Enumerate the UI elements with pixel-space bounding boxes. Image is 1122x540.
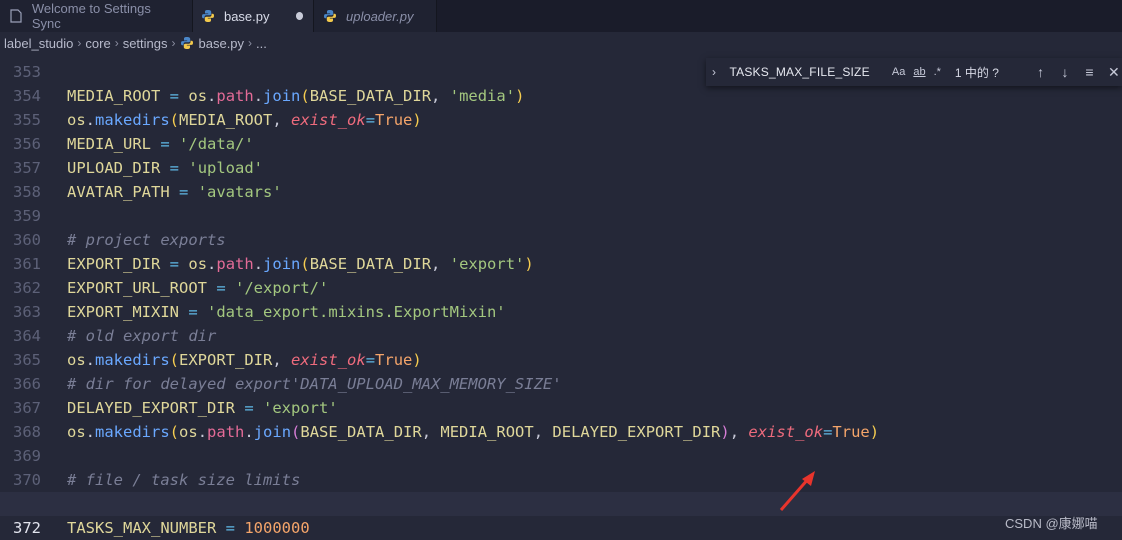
match-case-toggle[interactable]: Aa [892, 66, 905, 78]
code-line[interactable]: 363 # old export dir [0, 276, 1122, 345]
code-lines: 353 MEDIA_ROOT = os.path.join(BASE_DATA_… [0, 54, 1122, 540]
regex-toggle[interactable]: .* [934, 66, 941, 78]
tab-uploader-py[interactable]: uploader.py [314, 0, 437, 32]
watermark: CSDN @康娜喵 [1005, 516, 1098, 531]
code-line[interactable]: 373 [0, 516, 1122, 540]
breadcrumb-item-base-py[interactable]: base.py [199, 36, 245, 51]
breadcrumb-item-symbol[interactable]: ... [256, 36, 267, 51]
document-icon [8, 8, 24, 24]
breadcrumb-item-label-studio[interactable]: label_studio [4, 36, 73, 51]
code-line[interactable]: 368 [0, 396, 1122, 441]
code-line[interactable]: 361 EXPORT_URL_ROOT = '/export/' [0, 228, 1122, 297]
tab-base-py[interactable]: base.py [193, 0, 314, 32]
code-line[interactable]: 360 EXPORT_DIR = os.path.join(BASE_DATA_… [0, 204, 1122, 273]
tab-label: Welcome to Settings Sync [31, 1, 151, 31]
code-line[interactable]: 367 os.makedirs(os.path.join(BASE_DATA_D… [0, 372, 1122, 441]
chevron-right-icon: › [77, 36, 82, 50]
tab-settings-sync[interactable]: Welcome to Settings Sync [0, 0, 193, 32]
find-result-count: 1 中的 ? [954, 65, 999, 80]
tab-label: base.py [223, 8, 270, 24]
arrow-up-icon[interactable]: ↑ [1032, 64, 1048, 80]
code-line[interactable]: 370 DATA_UPLOAD_MAX_MEMORY_SIZE = int(ge… [0, 444, 1122, 514]
python-icon [201, 8, 216, 24]
code-line[interactable]: 371 TASKS_MAX_NUMBER = 1000000 [0, 468, 1122, 537]
find-in-selection-icon[interactable]: ≡ [1081, 64, 1097, 80]
code-line[interactable]: 369 # file / task size limits [0, 420, 1122, 489]
python-icon [180, 36, 194, 50]
chevron-right-icon: › [171, 36, 176, 50]
tab-label: uploader.py [346, 8, 414, 24]
code-line-current[interactable]: 372 TASKS_MAX_FILE_SIZE = DATA_UPLOAD_MA… [0, 492, 1122, 537]
code-editor[interactable]: 353 MEDIA_ROOT = os.path.join(BASE_DATA_… [0, 54, 1122, 540]
close-icon[interactable]: ✕ [1106, 64, 1122, 81]
code-line[interactable]: 355 MEDIA_URL = '/data/' [0, 84, 1122, 153]
tab-bar-empty-space [437, 0, 1122, 32]
code-line[interactable]: 358 [0, 156, 1122, 201]
code-line[interactable]: 357 AVATAR_PATH = 'avatars' [0, 132, 1122, 201]
annotation-arrow-icon [779, 471, 815, 511]
code-line[interactable]: 364 os.makedirs(EXPORT_DIR, exist_ok=Tru… [0, 300, 1122, 369]
chevron-right-icon: › [114, 36, 119, 50]
toggle-replace-chevron-icon[interactable]: › [712, 65, 726, 79]
find-widget: › TASKS_MAX_FILE_SIZE Aa ab .* 1 中的 ? ↑ … [706, 58, 1122, 86]
code-line[interactable]: 366 DELAYED_EXPORT_DIR = 'export' [0, 348, 1122, 417]
python-icon [322, 8, 338, 24]
unsaved-dot-icon[interactable] [295, 12, 303, 20]
code-line[interactable]: 356 UPLOAD_DIR = 'upload' [0, 108, 1122, 177]
code-line[interactable]: 362 EXPORT_MIXIN = 'data_export.mixins.E… [0, 252, 1122, 321]
find-input[interactable]: TASKS_MAX_FILE_SIZE [730, 65, 884, 79]
tab-bar: Welcome to Settings Sync base.py uploade… [0, 0, 1122, 32]
breadcrumb-item-settings[interactable]: settings [123, 36, 168, 51]
whole-word-toggle[interactable]: ab [913, 66, 925, 78]
code-line[interactable]: 359 # project exports [0, 180, 1122, 249]
chevron-right-icon: › [248, 36, 253, 50]
breadcrumb-item-core[interactable]: core [85, 36, 110, 51]
breadcrumb: label_studio › core › settings › base.py… [0, 32, 1122, 54]
arrow-down-icon[interactable]: ↓ [1057, 64, 1073, 80]
code-line[interactable]: 365 # dir for delayed export'DATA_UPLOAD… [0, 324, 1122, 393]
